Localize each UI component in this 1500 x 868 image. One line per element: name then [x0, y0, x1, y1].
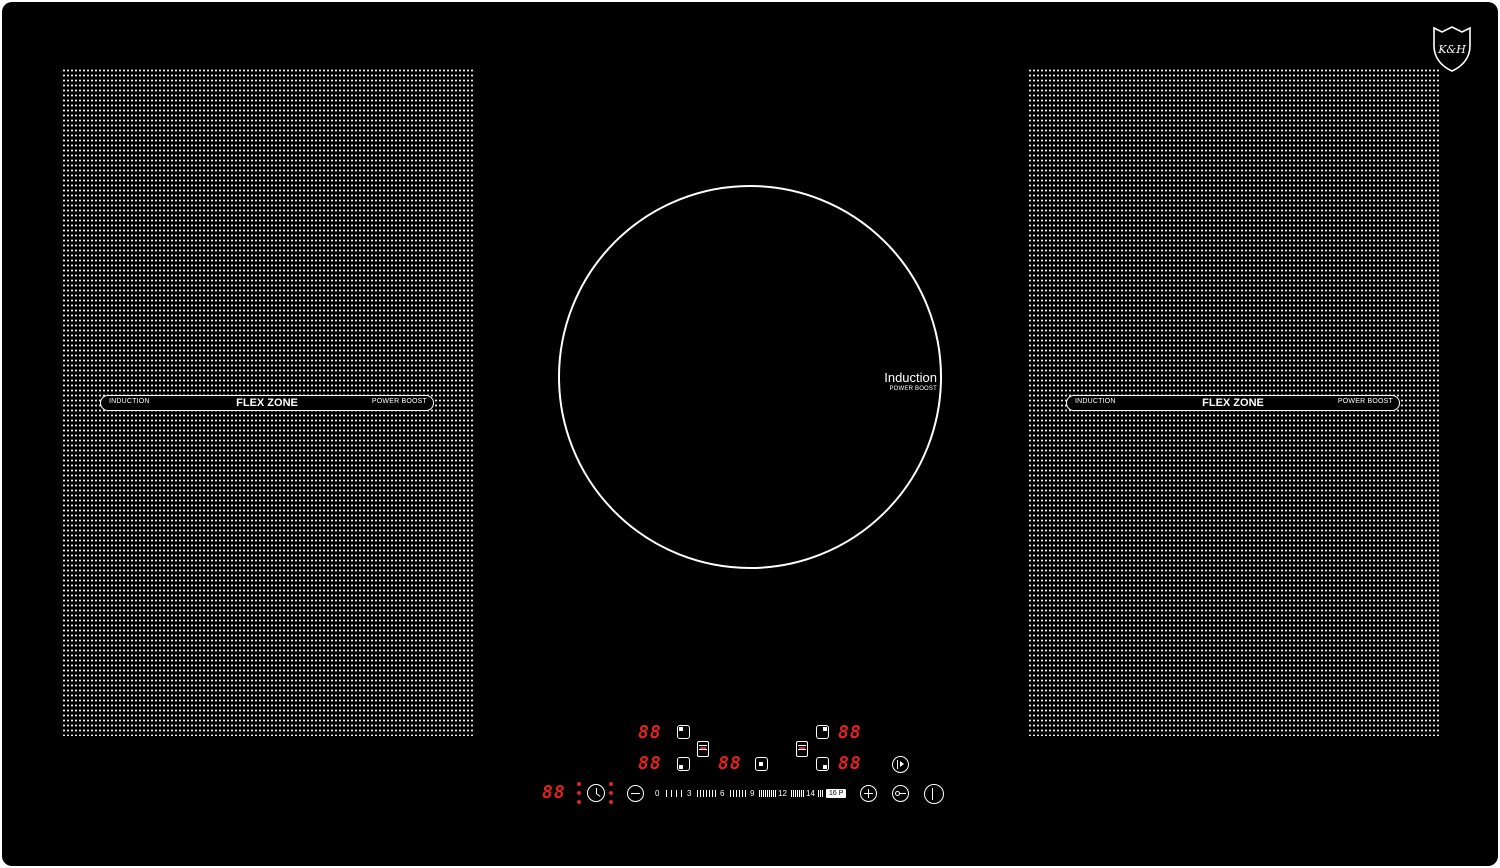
- right-power-boost-label: POWER BOOST: [1337, 398, 1393, 405]
- slider-tick: [742, 790, 743, 797]
- left-top-zone-select-icon[interactable]: [677, 725, 690, 739]
- slider-tick: [803, 790, 804, 797]
- right-flex-zone: INDUCTION FLEX ZONE POWER BOOST: [1028, 68, 1440, 736]
- plus-icon[interactable]: [860, 785, 877, 802]
- slider-tick: [703, 790, 704, 797]
- shield-logo-icon: K&H: [1433, 26, 1471, 72]
- slider-tick: [763, 790, 764, 797]
- slider-tick: [706, 790, 707, 797]
- slider-tick: [697, 790, 698, 797]
- center-zone-label: Induction POWER BOOST: [883, 371, 938, 393]
- slider-tick: [739, 790, 740, 797]
- slider-tick: [791, 790, 792, 797]
- slider-tick: [759, 790, 760, 797]
- center-zone-select-icon[interactable]: [755, 757, 768, 771]
- power-icon[interactable]: [924, 784, 944, 804]
- timer-icon[interactable]: [587, 784, 605, 802]
- slider-tick: [681, 790, 682, 797]
- slider-tick: [712, 790, 713, 797]
- timer-display: 88: [542, 782, 566, 803]
- slider-label-6: 6: [720, 789, 725, 798]
- slider-tick: [730, 790, 731, 797]
- pause-icon[interactable]: [892, 756, 909, 773]
- left-power-boost-label: POWER BOOST: [371, 398, 427, 405]
- slider-tick: [736, 790, 737, 797]
- slider-tick: [700, 790, 701, 797]
- left-flex-zone-label-band: INDUCTION FLEX ZONE POWER BOOST: [100, 395, 434, 411]
- slider-tick: [801, 790, 802, 797]
- slider-tick: [820, 790, 821, 797]
- slider-tick: [666, 790, 667, 797]
- power-level-slider[interactable]: 0 3 6 9 12 14 16 P: [652, 788, 852, 802]
- left-flex-zone: INDUCTION FLEX ZONE POWER BOOST: [62, 68, 474, 736]
- right-bridge-zone-icon[interactable]: [796, 741, 808, 757]
- slider-label-14: 14: [806, 789, 815, 798]
- slider-label-12: 12: [778, 789, 787, 798]
- slider-tick: [795, 790, 796, 797]
- slider-tick: [745, 790, 746, 797]
- slider-label-0: 0: [655, 789, 660, 798]
- center-zone-display: 88: [718, 753, 742, 774]
- key-lock-icon[interactable]: [892, 785, 909, 802]
- logo-text: K&H: [1437, 43, 1466, 56]
- slider-tick: [733, 790, 734, 797]
- right-bottom-zone-display: 88: [838, 753, 862, 774]
- slider-tick: [773, 790, 774, 797]
- slider-tick: [671, 790, 672, 797]
- timer-left-indicator-dots: [577, 782, 581, 804]
- slider-tick: [797, 790, 798, 797]
- left-bridge-zone-icon[interactable]: [697, 741, 709, 757]
- slider-tick: [769, 790, 770, 797]
- left-bottom-zone-select-icon[interactable]: [677, 757, 690, 771]
- right-top-zone-display: 88: [838, 722, 862, 743]
- left-top-zone-display: 88: [638, 722, 662, 743]
- slider-tick: [709, 790, 710, 797]
- slider-tick: [676, 790, 677, 797]
- center-round-induction-zone: Induction POWER BOOST: [558, 185, 942, 569]
- slider-tick: [822, 790, 823, 797]
- slider-label-3: 3: [687, 789, 692, 798]
- timer-right-indicator-dots: [609, 782, 613, 804]
- slider-tick: [818, 790, 819, 797]
- cooktop-glass-surface: INDUCTION FLEX ZONE POWER BOOST INDUCTIO…: [2, 2, 1498, 866]
- left-bottom-zone-display: 88: [638, 753, 662, 774]
- minus-icon[interactable]: [627, 785, 644, 802]
- right-flex-zone-label-band: INDUCTION FLEX ZONE POWER BOOST: [1066, 395, 1400, 411]
- slider-tick: [793, 790, 794, 797]
- slider-tick: [771, 790, 772, 797]
- slider-tick: [761, 790, 762, 797]
- slider-label-9: 9: [750, 789, 755, 798]
- slider-tick: [775, 790, 776, 797]
- slider-tick: [715, 790, 716, 797]
- right-top-zone-select-icon[interactable]: [816, 725, 829, 739]
- center-zone-title: Induction: [884, 370, 937, 385]
- slider-max-boost-label: 16 P: [826, 789, 847, 798]
- slider-tick: [767, 790, 768, 797]
- center-zone-power-boost-label: POWER BOOST: [889, 386, 937, 392]
- slider-tick: [799, 790, 800, 797]
- right-bottom-zone-select-icon[interactable]: [816, 757, 829, 771]
- slider-tick: [765, 790, 766, 797]
